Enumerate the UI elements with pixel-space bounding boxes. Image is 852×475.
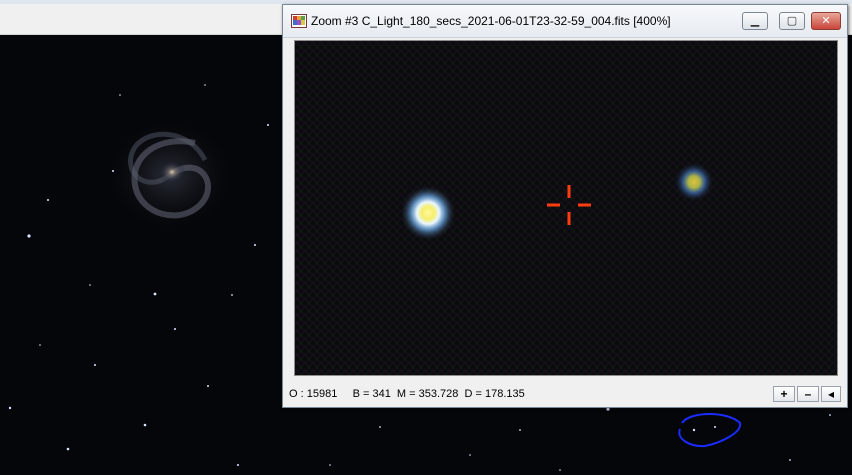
minimize-icon: ▁ [750,15,760,27]
maximize-icon: ▢ [786,15,798,27]
title-bar[interactable]: Zoom #3 C_Light_180_secs_2021-06-01T23-3… [283,5,847,38]
close-icon: ✕ [821,15,831,27]
window-title: Zoom #3 C_Light_180_secs_2021-06-01T23-3… [311,14,671,28]
annotation-circle [678,413,742,448]
status-readout: O : 15981 B = 341 M = 353.728 D = 178.13… [289,388,525,400]
close-button[interactable]: ✕ [811,12,841,30]
galaxy [100,115,240,235]
faint-star [674,162,714,202]
desktop: Zoom #3 C_Light_180_secs_2021-06-01T23-3… [0,0,852,475]
zoom-image[interactable] [295,41,837,375]
zoom-in-button[interactable]: + [773,386,795,402]
scroll-left-button[interactable]: ◂ [821,386,841,402]
zoom-image-frame[interactable] [294,40,838,376]
maximize-button[interactable]: ▢ [779,12,805,30]
minimize-button[interactable]: ▁ [742,12,768,30]
app-icon [291,14,307,28]
zoom-window[interactable]: Zoom #3 C_Light_180_secs_2021-06-01T23-3… [282,4,848,408]
zoom-out-button[interactable]: – [797,386,819,402]
bright-star [400,185,456,241]
status-bar: O : 15981 B = 341 M = 353.728 D = 178.13… [283,382,847,406]
